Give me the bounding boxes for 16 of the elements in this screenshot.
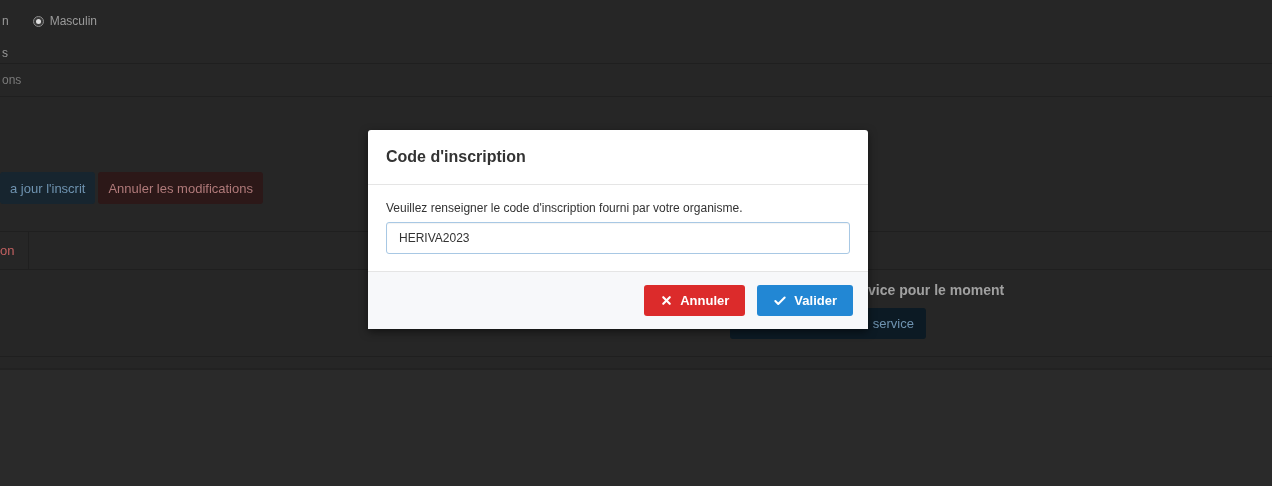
cancel-button[interactable]: Annuler [644, 285, 746, 316]
cancel-changes-button[interactable]: Annuler les modifications [98, 172, 263, 204]
radio-button[interactable] [32, 15, 44, 27]
dialog-title: Code d'inscription [386, 148, 526, 166]
tab[interactable]: on [0, 232, 29, 269]
update-button[interactable]: a jour l'inscrit [0, 172, 96, 204]
dialog-prompt: Veuillez renseigner le code d'inscription fourni par votre organisme. [386, 201, 744, 215]
form-label: n [2, 14, 9, 28]
check-icon [773, 293, 788, 308]
close-icon [660, 294, 674, 307]
form-label: s [2, 45, 8, 60]
empty-message: vice pour le moment [868, 282, 1006, 298]
radio-label: Masculin [49, 14, 98, 28]
field-text: ons [2, 73, 22, 87]
code-input-field[interactable]: HERIVA2023 [386, 222, 850, 254]
confirm-button[interactable]: Valider [757, 285, 853, 316]
